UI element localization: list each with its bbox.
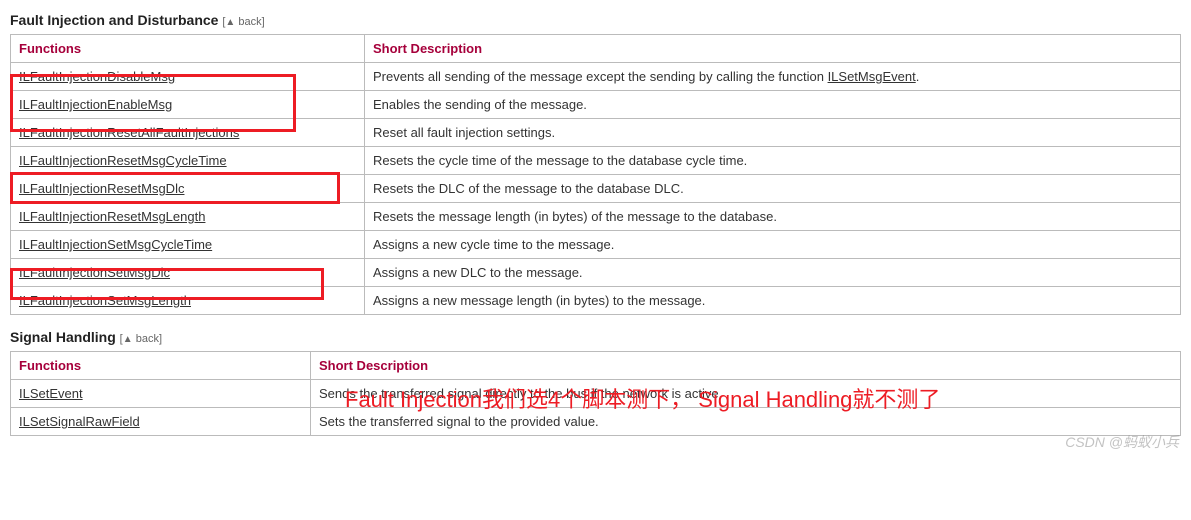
fn-link[interactable]: ILFaultInjectionResetAllFaultInjections xyxy=(19,125,239,140)
table-row: ILFaultInjectionResetMsgDlc Resets the D… xyxy=(11,175,1181,203)
fn-link[interactable]: ILFaultInjectionResetMsgDlc xyxy=(19,181,184,196)
col-short-description: Short Description xyxy=(311,352,1181,380)
back-link[interactable]: [▲ back] xyxy=(120,333,162,345)
fn-desc: Resets the message length (in bytes) of … xyxy=(365,203,1181,231)
table-row: ILFaultInjectionSetMsgDlc Assigns a new … xyxy=(11,259,1181,287)
fn-desc: Enables the sending of the message. xyxy=(365,91,1181,119)
table-row: ILFaultInjectionResetAllFaultInjections … xyxy=(11,119,1181,147)
back-label: back xyxy=(238,16,261,28)
col-short-description: Short Description xyxy=(365,35,1181,63)
table-row: ILFaultInjectionResetMsgCycleTime Resets… xyxy=(11,147,1181,175)
annotation-text: Fault Injection我们选4个脚本测下， Signal Handlin… xyxy=(345,382,940,414)
back-label: back xyxy=(136,333,159,345)
fn-desc: Resets the cycle time of the message to … xyxy=(365,147,1181,175)
section-title-text: Signal Handling xyxy=(10,329,116,345)
table-header-row: Functions Short Description xyxy=(11,35,1181,63)
watermark: CSDN @蚂蚁小兵 xyxy=(1065,432,1179,452)
fn-link[interactable]: ILSetSignalRawField xyxy=(19,414,140,429)
table-row: ILFaultInjectionDisableMsg Prevents all … xyxy=(11,63,1181,91)
fault-injection-table: Functions Short Description ILFaultInjec… xyxy=(10,34,1181,315)
fn-desc: Resets the DLC of the message to the dat… xyxy=(365,175,1181,203)
table-row: ILFaultInjectionEnableMsg Enables the se… xyxy=(11,91,1181,119)
fn-link[interactable]: ILSetEvent xyxy=(19,386,83,401)
inline-fn-link[interactable]: ILSetMsgEvent xyxy=(828,69,916,84)
section-title-fault-injection: Fault Injection and Disturbance [▲ back] xyxy=(10,12,1181,28)
section-title-text: Fault Injection and Disturbance xyxy=(10,12,218,28)
table-row: ILFaultInjectionResetMsgLength Resets th… xyxy=(11,203,1181,231)
fn-desc: Prevents all sending of the message exce… xyxy=(365,63,1181,91)
col-functions: Functions xyxy=(11,352,311,380)
fn-desc: Assigns a new DLC to the message. xyxy=(365,259,1181,287)
fn-link[interactable]: ILFaultInjectionDisableMsg xyxy=(19,69,175,84)
up-triangle-icon: ▲ xyxy=(123,334,133,345)
fn-desc: Reset all fault injection settings. xyxy=(365,119,1181,147)
col-functions: Functions xyxy=(11,35,365,63)
table-row: ILFaultInjectionSetMsgLength Assigns a n… xyxy=(11,287,1181,315)
fn-link[interactable]: ILFaultInjectionResetMsgLength xyxy=(19,209,205,224)
fn-link[interactable]: ILFaultInjectionResetMsgCycleTime xyxy=(19,153,227,168)
fn-desc: Assigns a new cycle time to the message. xyxy=(365,231,1181,259)
table-row: ILFaultInjectionSetMsgCycleTime Assigns … xyxy=(11,231,1181,259)
fn-link[interactable]: ILFaultInjectionSetMsgDlc xyxy=(19,265,170,280)
fn-desc: Assigns a new message length (in bytes) … xyxy=(365,287,1181,315)
fn-link[interactable]: ILFaultInjectionSetMsgCycleTime xyxy=(19,237,212,252)
section-title-signal-handling: Signal Handling [▲ back] xyxy=(10,329,1181,345)
table-header-row: Functions Short Description xyxy=(11,352,1181,380)
up-triangle-icon: ▲ xyxy=(225,17,235,28)
fn-link[interactable]: ILFaultInjectionEnableMsg xyxy=(19,97,172,112)
fn-link[interactable]: ILFaultInjectionSetMsgLength xyxy=(19,293,191,308)
back-link[interactable]: [▲ back] xyxy=(222,16,264,28)
